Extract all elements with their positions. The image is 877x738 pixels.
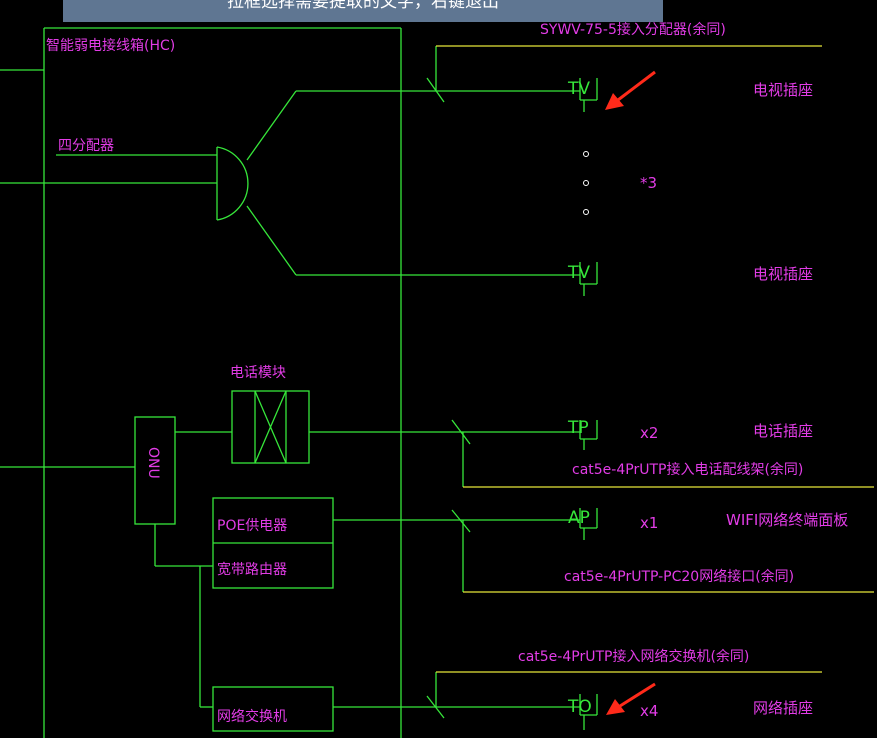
onu-label: ONU [145, 447, 161, 479]
tv-cable-label: SYWV-75-5接入分配器(余同) [540, 21, 726, 38]
phone-module-label: 电话模块 [230, 365, 286, 381]
tv-multiplier: *3 [640, 174, 657, 192]
tv-outlet-label-1: 电视插座 [753, 81, 813, 99]
command-prompt-bar: 拉框选择需要提取的文字，右键退出 [63, 0, 663, 22]
hc-box-label: 智能弱电接线箱(HC) [46, 37, 175, 54]
wiring-lines [0, 27, 598, 738]
net-multiplier: x4 [640, 702, 658, 720]
ap-cable-label: cat5e-4PrUTP-PC20网络接口(余同) [564, 568, 794, 585]
annotation-arrow-tv [605, 70, 656, 110]
poe-label: POE供电器 [217, 518, 287, 534]
to-symbol: TO [567, 697, 592, 717]
tv-symbol-1: TV [567, 79, 590, 99]
switch-label: 网络交换机 [217, 708, 287, 725]
tv-symbol-2: TV [567, 263, 590, 283]
phone-multiplier: x2 [640, 424, 658, 442]
phone-cable-label: cat5e-4PrUTP接入电话配线架(余同) [572, 461, 803, 478]
ellipsis-dots [583, 151, 589, 215]
phone-outlet-label: 电话插座 [753, 422, 813, 440]
splitter-label: 四分配器 [58, 138, 114, 154]
tp-symbol: TP [567, 418, 589, 438]
cad-drawing-canvas[interactable]: TV TV TP AP TO 智能弱电接线箱(HC) 四分配器 SYWV-75-… [0, 0, 877, 738]
wifi-panel-label: WIFI网络终端面板 [726, 511, 848, 529]
wifi-multiplier: x1 [640, 514, 658, 532]
ap-symbol: AP [568, 508, 590, 528]
net-outlet-label: 网络插座 [753, 699, 813, 717]
switch-cable-label: cat5e-4PrUTP接入网络交换机(余同) [518, 648, 749, 665]
router-label: 宽带路由器 [217, 561, 287, 578]
tv-outlet-label-2: 电视插座 [753, 265, 813, 283]
